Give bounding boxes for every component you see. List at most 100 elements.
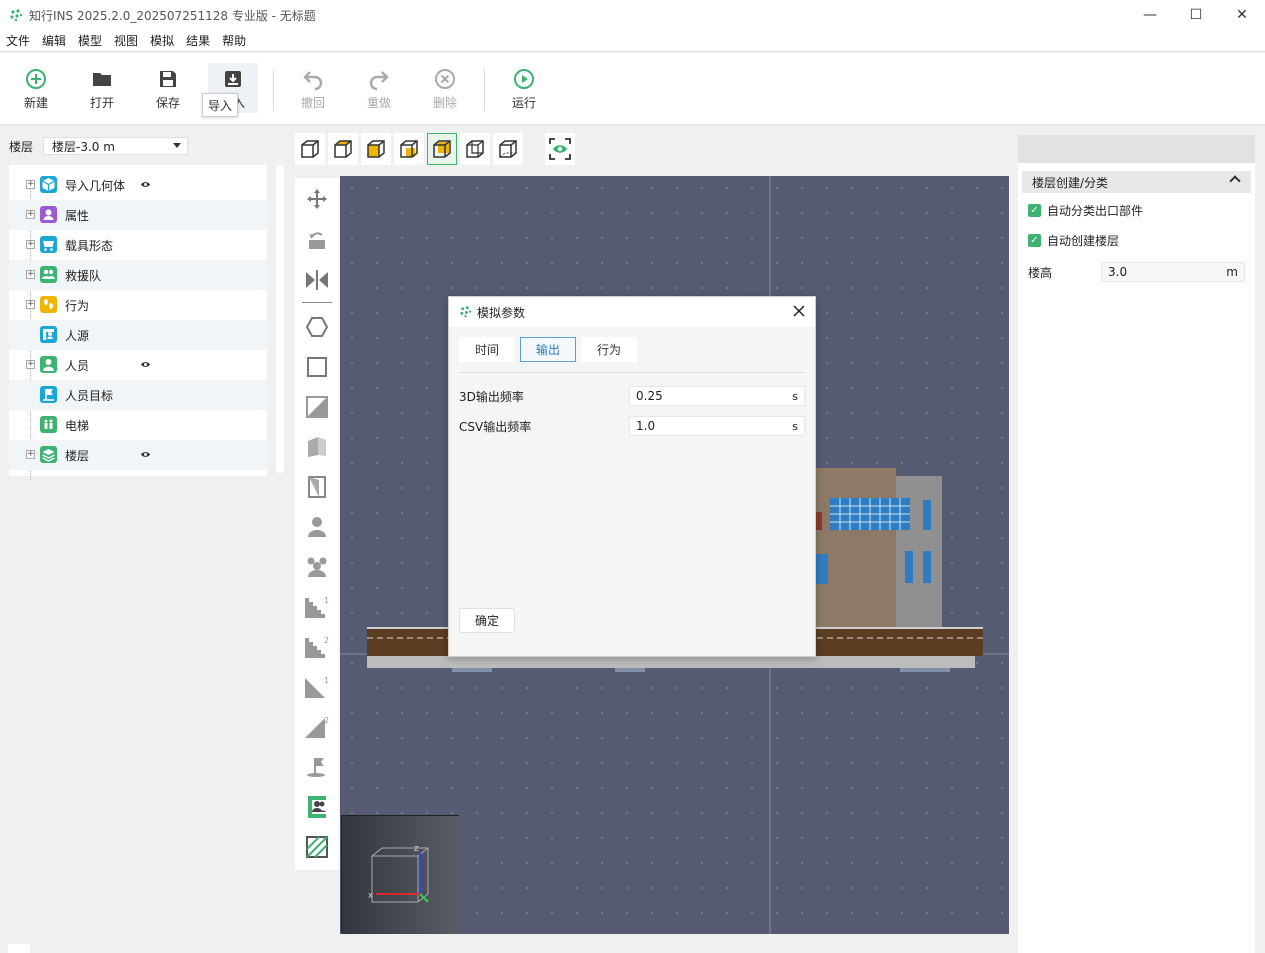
group-tool[interactable] xyxy=(303,553,331,581)
floor-label: 楼层 xyxy=(9,139,34,154)
team-icon xyxy=(40,266,57,283)
mirror-tool[interactable] xyxy=(303,266,331,294)
minimize-button[interactable]: — xyxy=(1127,0,1173,30)
tree-item[interactable]: + 行为 xyxy=(9,290,267,320)
tree-item[interactable]: + 属性 xyxy=(9,200,267,230)
menu-results[interactable]: 结果 xyxy=(186,32,210,49)
undo-button[interactable]: 撤回 xyxy=(288,63,338,113)
view-front-button[interactable] xyxy=(361,133,391,165)
menu-help[interactable]: 帮助 xyxy=(222,32,246,49)
person-card-icon xyxy=(40,206,57,223)
move-arrows-icon xyxy=(307,189,327,209)
rectangle-tool[interactable] xyxy=(303,353,331,381)
eye-icon[interactable] xyxy=(140,359,151,370)
source-icon xyxy=(40,326,57,343)
plus-circle-icon xyxy=(26,69,46,89)
dialog-title: 模拟参数 xyxy=(477,305,526,320)
output-3d-unit: s xyxy=(792,389,798,403)
menu-view[interactable]: 视图 xyxy=(114,32,138,49)
source-tool[interactable] xyxy=(303,793,331,821)
menu-model[interactable]: 模型 xyxy=(78,32,102,49)
tree-item[interactable]: 人员目标 xyxy=(9,380,267,410)
tree-item[interactable]: 人源 xyxy=(9,320,267,350)
floor-dropdown[interactable]: 楼层-3.0 m xyxy=(43,137,188,155)
eye-icon[interactable] xyxy=(140,449,151,460)
properties-panel: 楼层创建/分类 ✓ 自动分类出口部件 ✓ 自动创建楼层 楼高 3.0 m xyxy=(1018,135,1255,953)
view-iso-button[interactable] xyxy=(295,133,325,165)
door-tool[interactable] xyxy=(303,473,331,501)
rotate-tool[interactable] xyxy=(303,226,331,254)
menu-edit[interactable]: 编辑 xyxy=(42,32,66,49)
wall-tool[interactable] xyxy=(303,433,331,461)
delete-button[interactable]: 删除 xyxy=(420,63,470,113)
orientation-minimap[interactable]: Z X xyxy=(341,815,460,934)
output-csv-row: CSV输出频率 1.0 s xyxy=(459,415,805,437)
close-window-button[interactable]: ✕ xyxy=(1219,0,1265,30)
new-button[interactable]: 新建 xyxy=(11,63,61,113)
expand-icon[interactable]: + xyxy=(26,360,35,369)
eye-icon[interactable] xyxy=(140,179,151,190)
view-bottom-button[interactable] xyxy=(493,133,523,165)
polygon-tool[interactable] xyxy=(303,313,331,341)
close-icon[interactable] xyxy=(791,303,807,319)
cube-left-icon xyxy=(466,140,484,158)
tree-item[interactable]: + 人员 xyxy=(9,350,267,380)
cube-right-icon xyxy=(400,140,418,158)
target-tool[interactable] xyxy=(303,753,331,781)
move-tool[interactable] xyxy=(303,185,331,213)
floor-height-value: 3.0 xyxy=(1108,265,1128,279)
floor-create-section-header[interactable]: 楼层创建/分类 xyxy=(1022,171,1251,193)
redo-button[interactable]: 重做 xyxy=(354,63,404,113)
area-tool[interactable] xyxy=(303,833,331,861)
tree-item[interactable]: + 导入几何体 xyxy=(9,170,267,200)
tab-output[interactable]: 输出 xyxy=(520,337,576,362)
output-3d-input[interactable]: 0.25 s xyxy=(629,386,805,406)
auto-classify-checkbox[interactable]: ✓ 自动分类出口部件 xyxy=(1028,202,1143,219)
tree-item-label: 行为 xyxy=(65,299,90,313)
expand-icon[interactable]: + xyxy=(26,240,35,249)
tree-item[interactable]: + 载具形态 xyxy=(9,230,267,260)
auto-create-floor-checkbox[interactable]: ✓ 自动创建楼层 xyxy=(1028,232,1119,249)
view-left-button[interactable] xyxy=(460,133,490,165)
stairs2-tool[interactable]: 2 xyxy=(303,633,331,661)
output-3d-label: 3D输出频率 xyxy=(459,389,524,404)
open-button[interactable]: 打开 xyxy=(77,63,127,113)
ok-button[interactable]: 确定 xyxy=(459,608,515,633)
view-visibility-button[interactable] xyxy=(545,133,575,165)
view-back-button[interactable] xyxy=(427,133,457,165)
save-button[interactable]: 保存 xyxy=(143,63,193,113)
person-tool[interactable] xyxy=(303,513,331,541)
tree-scrollbar[interactable] xyxy=(276,165,284,473)
stairs1-tool[interactable]: 1 xyxy=(303,593,331,621)
menu-file[interactable]: 文件 xyxy=(6,32,30,49)
tree-item[interactable]: 电梯 xyxy=(9,410,267,440)
expand-icon[interactable]: + xyxy=(26,180,35,189)
tab-behavior[interactable]: 行为 xyxy=(581,337,637,362)
app-logo-icon xyxy=(460,306,472,318)
tab-time[interactable]: 时间 xyxy=(459,337,515,362)
output-csv-input[interactable]: 1.0 s xyxy=(629,416,805,436)
expand-icon[interactable]: + xyxy=(26,300,35,309)
simulation-params-dialog: 模拟参数 时间 输出 行为 3D输出频率 0.25 s CSV输出频率 1.0 … xyxy=(448,296,816,657)
menu-simulate[interactable]: 模拟 xyxy=(150,32,174,49)
view-right-button[interactable] xyxy=(394,133,424,165)
expand-icon[interactable]: + xyxy=(26,210,35,219)
maximize-button[interactable]: ☐ xyxy=(1173,0,1219,30)
tree-item[interactable]: + 楼层 xyxy=(9,440,267,470)
cart-icon xyxy=(40,236,57,253)
ramp1-tool[interactable]: 1 xyxy=(303,673,331,701)
redo-icon xyxy=(369,71,389,90)
expand-icon[interactable]: + xyxy=(26,450,35,459)
tree-item[interactable]: + 救援队 xyxy=(9,260,267,290)
floor-selector-row: 楼层 楼层-3.0 m xyxy=(9,136,188,156)
slab-tool[interactable] xyxy=(303,393,331,421)
run-button[interactable]: 运行 xyxy=(499,63,549,113)
properties-panel-header xyxy=(1018,135,1255,163)
import-icon xyxy=(225,71,241,87)
rotate-icon xyxy=(309,232,325,249)
floor-height-input[interactable]: 3.0 m xyxy=(1101,262,1245,282)
ramp2-tool[interactable]: 2 xyxy=(303,713,331,741)
floor-height-label: 楼高 xyxy=(1028,265,1053,280)
view-top-button[interactable] xyxy=(328,133,358,165)
expand-icon[interactable]: + xyxy=(26,270,35,279)
